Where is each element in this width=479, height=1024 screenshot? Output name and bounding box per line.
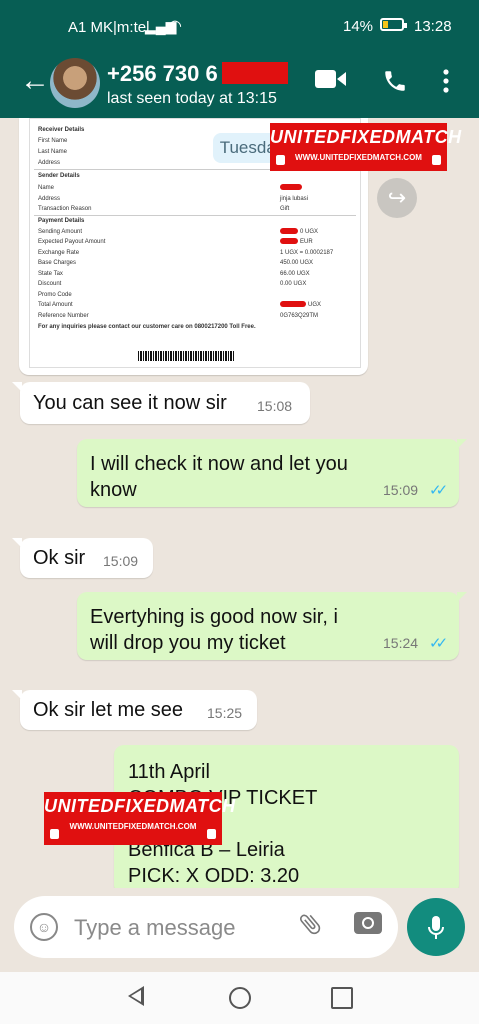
ticket-pick: PICK: X ODD: 3.20 — [128, 865, 300, 887]
shield-icon — [276, 155, 285, 165]
receipt-label: Total Amount — [38, 302, 73, 308]
read-ticks-icon: ✓✓ — [429, 482, 448, 499]
receipt-label: Address — [38, 160, 61, 166]
mic-button[interactable] — [407, 898, 465, 956]
receipt-label: Base Charges — [38, 260, 77, 266]
receipt-value: EUR — [300, 239, 313, 245]
nav-back-icon[interactable] — [128, 986, 144, 1006]
battery-percent: 14% — [343, 18, 374, 35]
message-text: Evertyhing is good now sir, i will drop … — [90, 606, 338, 654]
receipt-label: Transaction Reason — [38, 206, 92, 212]
status-bar: A1 MK|m:tel ▂▄▆ ◠ 14% 13:28 — [0, 0, 479, 50]
avatar[interactable] — [50, 58, 100, 108]
redaction-mark — [280, 301, 306, 307]
receipt-label: Sender Details — [38, 173, 80, 179]
redaction-mark — [280, 238, 298, 244]
message-bubble-incoming[interactable]: You can see it now sir 15:08 — [12, 382, 310, 424]
last-seen-status: last seen today at 13:15 — [107, 90, 277, 107]
bubble-tail — [12, 538, 22, 548]
input-pill[interactable]: ☺ — [14, 896, 398, 958]
back-arrow-icon[interactable]: ← — [20, 64, 50, 98]
watermark-url: WWW.UNITEDFIXEDMATCH.COM — [69, 822, 197, 831]
forward-icon[interactable]: ↪ — [377, 178, 417, 218]
receipt-value: 0G763Q29TM — [280, 313, 319, 319]
receipt-value: 450.00 UGX — [280, 260, 314, 266]
message-input[interactable] — [72, 910, 296, 946]
bubble-tail — [12, 382, 22, 392]
nav-recents-icon[interactable] — [331, 987, 353, 1009]
receipt-label: Address — [38, 196, 61, 202]
receipt-label: Payment Details — [38, 218, 85, 224]
receipt-label: Promo Code — [38, 292, 72, 298]
redaction-mark — [280, 228, 298, 234]
bubble-tail — [457, 439, 467, 449]
video-call-icon[interactable] — [315, 68, 347, 97]
message-bubble-outgoing[interactable]: I will check it now and let you know 15:… — [77, 439, 467, 507]
watermark-logo: UNITEDFIXEDMATCH WWW.UNITEDFIXEDMATCH.CO… — [270, 123, 462, 171]
phone-call-icon[interactable] — [382, 68, 408, 101]
nav-home-icon[interactable] — [229, 987, 251, 1009]
receipt-value: UGX — [308, 302, 322, 308]
watermark-logo: UNITEDFIXEDMATCH WWW.UNITEDFIXEDMATCH.CO… — [44, 792, 236, 845]
read-ticks-icon: ✓✓ — [429, 635, 448, 652]
shield-icon — [207, 829, 216, 839]
system-nav-bar — [0, 972, 479, 1024]
receipt-value: jinja lubasi — [280, 196, 309, 202]
clock: 13:28 — [414, 18, 452, 35]
message-time: 15:09 — [103, 553, 139, 569]
redaction-mark — [280, 184, 302, 190]
message-composer: ☺ — [0, 888, 479, 972]
chat-area[interactable]: Receiver Details First Name Last Name Ad… — [0, 118, 479, 888]
message-time: 15:25 — [207, 705, 243, 721]
receipt-value: Gift — [280, 206, 290, 212]
message-time: 15:08 — [257, 398, 293, 414]
message-bubble-outgoing[interactable]: Evertyhing is good now sir, i will drop … — [77, 592, 467, 660]
receipt-label: First Name — [38, 138, 68, 144]
divider — [34, 215, 356, 216]
watermark-title: UNITEDFIXEDMATCH — [270, 127, 462, 147]
receipt-footer: For any inquiries please contact our cus… — [38, 324, 256, 330]
battery-icon — [380, 18, 407, 31]
receipt-label: Name — [38, 185, 55, 191]
receipt-label: Last Name — [38, 149, 68, 155]
redaction-mark — [222, 62, 288, 84]
barcode — [138, 351, 234, 361]
message-text: I will check it now and let you know — [90, 453, 348, 501]
ticket-date: 11th April — [128, 761, 210, 783]
carrier-label: A1 MK|m:tel — [68, 19, 150, 36]
receipt-label: Exchange Rate — [38, 250, 80, 256]
shield-icon — [432, 155, 441, 165]
message-text: Ok sir — [33, 547, 86, 569]
watermark-url: WWW.UNITEDFIXEDMATCH.COM — [295, 153, 422, 162]
receipt-value: 0 UGX — [300, 229, 319, 235]
watermark-title: UNITEDFIXEDMATCH — [44, 796, 236, 816]
receipt-value: 66.00 UGX — [280, 271, 310, 277]
more-options-icon[interactable] — [442, 68, 450, 101]
message-bubble-incoming[interactable]: Ok sir 15:09 — [12, 538, 153, 578]
receipt-label: Expected Payout Amount — [38, 239, 106, 245]
wifi-icon: ◠ — [168, 18, 182, 35]
receipt-value: 1 UGX = 0.0002187 — [280, 250, 334, 256]
receipt-label: Receiver Details — [38, 127, 85, 133]
image-message[interactable]: Receiver Details First Name Last Name Ad… — [19, 118, 461, 375]
message-text: Ok sir let me see — [33, 699, 184, 721]
camera-icon[interactable] — [354, 912, 382, 934]
attach-icon[interactable] — [297, 909, 323, 946]
receipt-label: State Tax — [38, 271, 63, 277]
chat-header: ← +256 730 6 last seen today at 13:15 — [0, 50, 479, 118]
contact-name[interactable]: +256 730 6 — [107, 61, 218, 87]
message-time: 15:24 — [383, 635, 419, 651]
bubble-tail — [457, 592, 467, 602]
message-text: You can see it now sir — [33, 392, 227, 414]
message-bubble-incoming[interactable]: Ok sir let me see 15:25 — [12, 690, 257, 730]
receipt-label: Reference Number — [38, 313, 89, 319]
message-time: 15:09 — [383, 482, 419, 498]
receipt-label: Discount — [38, 281, 62, 287]
receipt-label: Sending Amount — [38, 229, 83, 235]
receipt-value: 0.00 UGX — [280, 281, 307, 287]
emoji-icon[interactable]: ☺ — [30, 913, 58, 941]
bubble-tail — [12, 690, 22, 700]
shield-icon — [50, 829, 59, 839]
